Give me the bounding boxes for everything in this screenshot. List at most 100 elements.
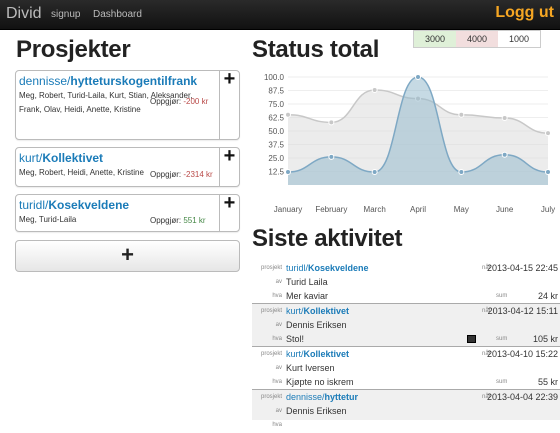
add-expense-button[interactable]: + [219,71,239,139]
project-settlement: Oppgjør: 551 kr [150,216,206,225]
activity-row: av Turid Laila [252,276,560,290]
activity-description: Stol! [286,334,305,344]
activity-project-link[interactable]: kurt/Kollektivet [286,306,349,316]
add-expense-button[interactable]: + [219,195,239,231]
activity-field-label: hva [272,336,282,342]
activity-field-label: hva [272,422,282,428]
data-point [371,86,378,93]
nav-signup-link[interactable]: signup [51,9,80,20]
x-tick-label: January [274,205,302,214]
project-name: hytteturskogentilfrank [70,74,198,88]
data-point [501,151,508,158]
activity-description: Kjøpte no iskrem [286,377,354,387]
activity-field-label: av [275,365,282,371]
project-name: Kollektivet [42,151,104,165]
y-tick-label: 100.0 [264,73,285,82]
project-card-body[interactable]: kurt/Kollektivet Meg, Robert, Heidi, Ane… [16,148,219,186]
activity-row: prosjekt turidl/Kosekveldene når 2013-04-15… [252,262,560,276]
y-tick-label: 87.5 [268,87,284,96]
project-title[interactable]: turidl/Kosekveldene [19,198,216,212]
project-card[interactable]: dennisse/hytteturskogentilfrank Meg, Rob… [15,70,240,140]
activity-field-label: sum [496,293,508,299]
activity-row: av Dennis Eriksen [252,405,560,419]
activity-project-owner: dennisse/ [286,392,325,402]
projects-heading: Prosjekter [16,36,131,63]
x-tick-label: May [454,205,469,214]
data-point [415,74,421,80]
data-point [458,169,465,176]
activity-project-name: hyttetur [324,392,359,402]
data-point [501,115,508,122]
add-project-button[interactable]: + [15,240,240,272]
legend-item: 1000 [498,31,540,47]
settlement-value: -200 kr [183,97,209,106]
data-point [328,153,335,160]
activity-row: av Dennis Eriksen [252,319,560,333]
activity-date: 2013-04-15 22:45 [486,263,558,273]
activity-row: hva Kjøpte no iskrem sum 55 kr [252,376,560,390]
add-expense-button[interactable]: + [219,148,239,186]
project-owner: kurt [19,151,40,165]
project-settlement: Oppgjør: -2314 kr [150,170,213,179]
y-tick-label: 37.5 [268,141,284,150]
activity-separator [252,346,560,347]
project-name: Kosekveldene [48,198,130,212]
activity-project-link[interactable]: kurt/Kollektivet [286,349,349,359]
logout-link[interactable]: Logg ut [495,4,554,22]
settlement-value: -2314 kr [183,170,213,179]
activity-project-link[interactable]: turidl/Kosekveldene [286,263,369,273]
activity-field-label: prosjekt [260,265,282,271]
activity-author: Dennis Eriksen [286,320,347,330]
project-card[interactable]: turidl/Kosekveldene Meg, Turid-Laila Opp… [15,194,240,232]
activity-date: 2013-04-12 15:11 [487,306,558,316]
activity-field-label: prosjekt [260,394,282,400]
y-tick-label: 62.5 [268,114,284,123]
x-tick-label: June [496,205,514,214]
project-settlement: Oppgjør: -200 kr [150,97,208,106]
activity-author: Dennis Eriksen [286,406,347,416]
activity-row: hva [252,419,560,433]
activity-date: 2013-04-04 22:39 [486,392,558,402]
settlement-label: Oppgjør: [150,216,182,225]
data-point [545,130,551,137]
project-title[interactable]: kurt/Kollektivet [19,151,216,165]
x-tick-label: March [364,205,386,214]
activity-field-label: sum [496,336,508,342]
data-point [285,111,291,118]
activity-heading: Siste aktivitet [252,225,403,252]
legend-item: 3000 [414,31,456,47]
project-owner: turidl [19,198,46,212]
project-title[interactable]: dennisse/hytteturskogentilfrank [19,74,216,88]
activity-project-name: Kollektivet [303,349,350,359]
activity-row: prosjekt kurt/Kollektivet når 2013-04-12 15… [252,305,560,319]
activity-project-owner: kurt/ [286,306,304,316]
brand-logo[interactable]: Divid [6,5,42,23]
activity-description: Mer kaviar [286,291,329,301]
activity-project-link[interactable]: dennisse/hyttetur [286,392,358,402]
activity-project-owner: kurt/ [286,349,304,359]
data-point [371,169,378,176]
activity-sum: 55 kr [537,377,558,387]
image-icon[interactable] [467,335,476,343]
x-tick-label: July [541,205,555,214]
activity-project-name: Kollektivet [303,306,350,316]
project-card[interactable]: kurt/Kollektivet Meg, Robert, Heidi, Ane… [15,147,240,187]
status-chart: 100.0 87.5 75.0 62.5 50.0 37.5 25.0 12.5 January… [264,73,555,214]
activity-author: Turid Laila [286,277,328,287]
project-owner: dennisse [19,74,68,88]
activity-row: hva Mer kaviar sum 24 kr [252,290,560,304]
activity-date: 2013-04-10 15:22 [486,349,558,359]
nav-dashboard-link[interactable]: Dashboard [93,9,142,20]
y-tick-label: 25.0 [268,154,284,163]
activity-row: prosjekt dennisse/hyttetur når 2013-04-04 2… [252,391,560,405]
activity-project-owner: turidl/ [286,263,309,273]
status-legend: 3000 4000 1000 [413,30,541,48]
settlement-label: Oppgjør: [150,97,182,106]
data-point [285,169,291,176]
project-card-body[interactable]: turidl/Kosekveldene Meg, Turid-Laila Opp… [16,195,219,231]
activity-separator [252,389,560,390]
activity-separator [252,303,560,304]
activity-row: hva Stol! sum 105 kr [252,333,560,347]
activity-field-label: prosjekt [260,351,282,357]
project-card-body[interactable]: dennisse/hytteturskogentilfrank Meg, Rob… [16,71,219,139]
